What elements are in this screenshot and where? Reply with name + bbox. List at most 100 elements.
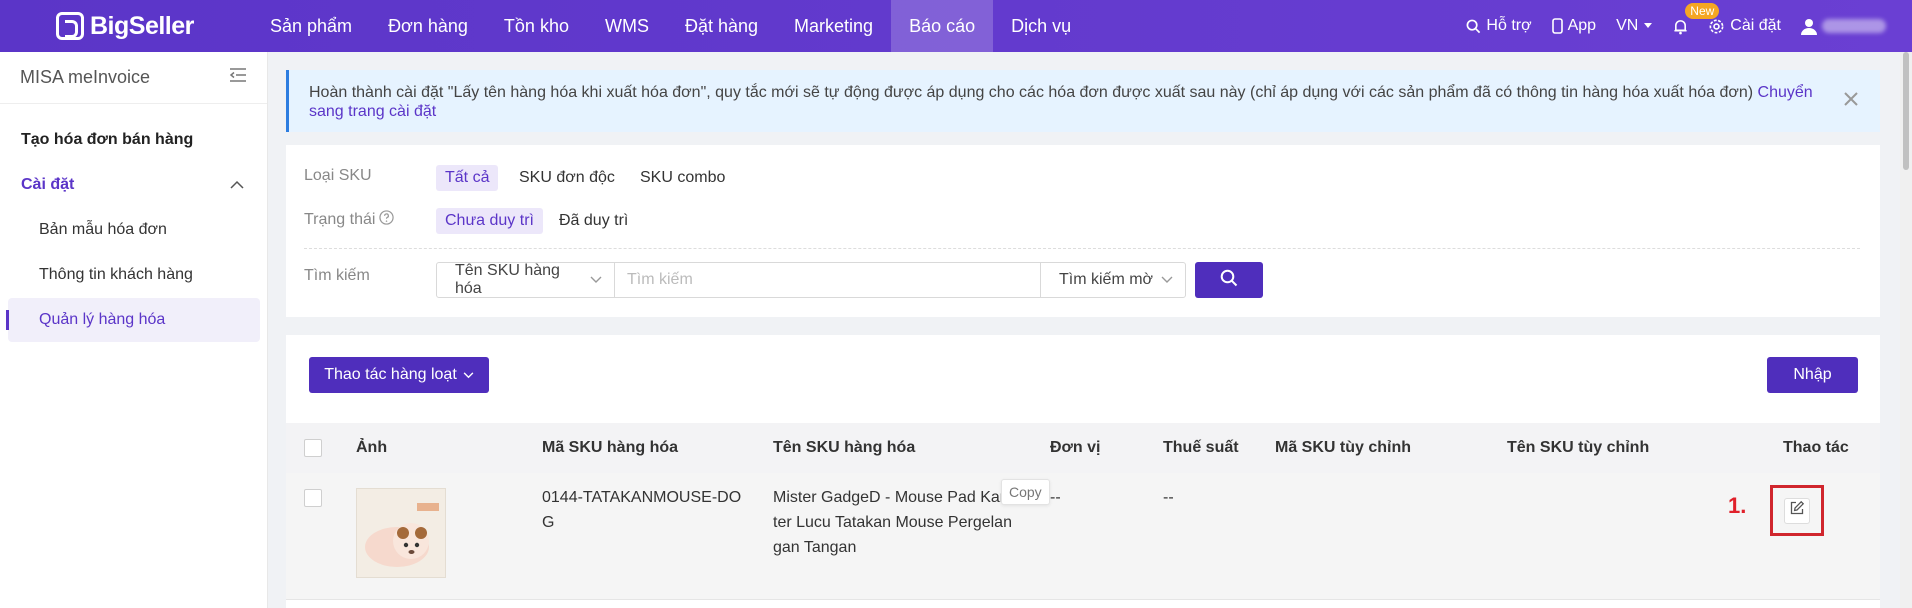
sidebar-item-label: Quản lý hàng hóa: [39, 311, 166, 328]
copy-tooltip[interactable]: Copy: [1001, 479, 1050, 505]
product-image[interactable]: [356, 488, 446, 578]
collapse-menu-icon[interactable]: [229, 67, 247, 88]
search-field-select[interactable]: Tên SKU hàng hóa: [437, 262, 615, 297]
user-icon: [1801, 18, 1817, 35]
sku-type-all[interactable]: Tất cả: [436, 165, 499, 191]
goods-table-card: Thao tác hàng loạt Nhập Ảnh Mã SKU hàng …: [286, 335, 1880, 608]
notification-button[interactable]: New: [1673, 2, 1720, 35]
header-actions: Thao tác: [1783, 439, 1849, 456]
sidebar-item-create-invoice[interactable]: Tạo hóa đơn bán hàng: [8, 118, 260, 162]
row-checkbox[interactable]: [304, 489, 322, 507]
status-maintained[interactable]: Đã duy trì: [550, 208, 637, 234]
app-link[interactable]: App: [1551, 17, 1597, 35]
chevron-down-icon: [590, 271, 602, 289]
caret-down-icon: [1643, 22, 1653, 30]
sku-type-combo[interactable]: SKU combo: [631, 165, 734, 191]
sku-type-label: Loại SKU: [304, 167, 372, 184]
sku-name-cell: Mister GadgeD - Mouse Pad Kara ter Lucu …: [773, 485, 1014, 560]
sku-name-line: gan Tangan: [773, 539, 857, 556]
search-mode-select[interactable]: Tìm kiếm mờ: [1041, 263, 1185, 297]
header-custom-sku-code: Mã SKU tùy chỉnh: [1275, 439, 1412, 456]
sku-type-single[interactable]: SKU đơn độc: [510, 165, 624, 191]
sku-code-line: G: [542, 514, 555, 531]
header-custom-sku-name: Tên SKU tùy chỉnh: [1507, 439, 1650, 456]
table-row: 0144-TATAKANMOUSE-DO G Mister GadgeD - M…: [286, 473, 1880, 600]
scrollbar-thumb[interactable]: [1903, 52, 1909, 170]
header-image: Ảnh: [356, 439, 388, 456]
sidebar-item-goods-management[interactable]: Quản lý hàng hóa: [6, 298, 260, 342]
nav-marketing[interactable]: Marketing: [776, 0, 891, 52]
gear-icon: [1708, 18, 1725, 35]
support-link[interactable]: Hỗ trợ: [1466, 17, 1532, 35]
select-all-checkbox[interactable]: [304, 439, 322, 457]
alert-message: Hoàn thành cài đặt "Lấy tên hàng hóa khi…: [309, 84, 1754, 101]
import-button[interactable]: Nhập: [1767, 357, 1858, 393]
sidebar-group-settings[interactable]: Cài đặt: [8, 163, 260, 207]
info-alert: Hoàn thành cài đặt "Lấy tên hàng hóa khi…: [286, 70, 1880, 132]
bell-icon: [1673, 18, 1688, 35]
filter-panel: Loại SKU Tất cả SKU đơn độc SKU combo Tr…: [286, 145, 1880, 317]
search-icon: [1220, 269, 1238, 292]
unit-cell: --: [1050, 489, 1061, 506]
search-bar: Tên SKU hàng hóa Tìm kiếm Tìm kiếm mờ: [436, 262, 1186, 298]
search-mode-value: Tìm kiếm mờ: [1059, 271, 1154, 288]
language-selector[interactable]: VN: [1616, 17, 1653, 35]
sidebar-item-label: Bản mẫu hóa đơn: [39, 221, 167, 238]
sidebar-header: MISA meInvoice: [0, 52, 267, 104]
close-icon[interactable]: [1842, 90, 1860, 108]
sku-name-line: Mister GadgeD - Mouse Pad Kara: [773, 489, 1014, 506]
nav-products[interactable]: Sản phẩm: [252, 0, 370, 52]
settings-label: Cài đặt: [1730, 17, 1781, 34]
page-scrollbar[interactable]: [1900, 52, 1912, 608]
support-label: Hỗ trợ: [1486, 17, 1532, 34]
sidebar-item-label: Tạo hóa đơn bán hàng: [21, 131, 194, 148]
sidebar: MISA meInvoice Tạo hóa đơn bán hàng Cài …: [0, 52, 268, 608]
header-sku-code: Mã SKU hàng hóa: [542, 439, 679, 456]
search-input[interactable]: Tìm kiếm: [615, 263, 1041, 297]
search-icon: [1466, 19, 1481, 34]
search-label: Tìm kiếm: [304, 267, 370, 284]
nav-inventory[interactable]: Tồn kho: [486, 0, 587, 52]
chevron-up-icon: [230, 176, 244, 194]
nav-wms[interactable]: WMS: [587, 0, 667, 52]
chevron-down-icon: [1161, 271, 1173, 289]
edit-button-highlight[interactable]: [1770, 485, 1824, 536]
sidebar-item-invoice-templates[interactable]: Bản mẫu hóa đơn: [8, 208, 260, 252]
bulk-actions-button[interactable]: Thao tác hàng loạt: [309, 357, 489, 393]
app-label: App: [1567, 17, 1597, 34]
username-redacted: [1822, 19, 1886, 33]
main-nav: Sản phẩm Đơn hàng Tồn kho WMS Đặt hàng M…: [252, 0, 1089, 52]
status-filter-label: Trạng thái: [304, 210, 395, 230]
sku-code-cell: 0144-TATAKANMOUSE-DO G: [542, 485, 741, 535]
sku-code-line: 0144-TATAKANMOUSE-DO: [542, 489, 742, 506]
nav-services[interactable]: Dịch vụ: [993, 0, 1089, 52]
top-navbar: BigSeller Sản phẩm Đơn hàng Tồn kho WMS …: [0, 0, 1912, 52]
user-menu[interactable]: [1801, 18, 1886, 35]
header-tax-rate: Thuế suất: [1163, 439, 1239, 456]
filter-divider: [304, 248, 1860, 249]
status-not-maintained[interactable]: Chưa duy trì: [436, 208, 543, 234]
edit-icon: [1789, 500, 1805, 521]
chevron-down-icon: [463, 366, 474, 384]
sidebar-item-customer-info[interactable]: Thông tin khách hàng: [8, 253, 260, 297]
bigseller-logo-icon: [56, 12, 84, 40]
nav-orders[interactable]: Đơn hàng: [370, 0, 486, 52]
bigseller-logo[interactable]: BigSeller: [56, 11, 194, 41]
question-circle-icon[interactable]: [379, 210, 395, 230]
header-tools: Hỗ trợ App VN New Cài đặt: [1466, 0, 1912, 52]
settings-link[interactable]: Cài đặt: [1708, 17, 1781, 35]
tax-rate-cell: --: [1163, 489, 1174, 506]
bulk-actions-label: Thao tác hàng loạt: [324, 366, 457, 383]
sidebar-item-label: Thông tin khách hàng: [39, 266, 193, 283]
header-sku-name: Tên SKU hàng hóa: [773, 439, 916, 456]
search-button[interactable]: [1195, 262, 1263, 298]
brand-name: BigSeller: [90, 11, 194, 40]
product-thumbnail-graphic: [357, 489, 445, 577]
nav-purchase[interactable]: Đặt hàng: [667, 0, 776, 52]
status-label: Trạng thái: [304, 211, 376, 228]
edit-button[interactable]: [1784, 497, 1810, 524]
sku-name-line: ter Lucu Tatakan Mouse Pergelan: [773, 514, 1012, 531]
step-annotation: 1.: [1728, 493, 1747, 518]
sidebar-item-label: Cài đặt: [21, 176, 75, 193]
nav-reports[interactable]: Báo cáo: [891, 0, 994, 52]
